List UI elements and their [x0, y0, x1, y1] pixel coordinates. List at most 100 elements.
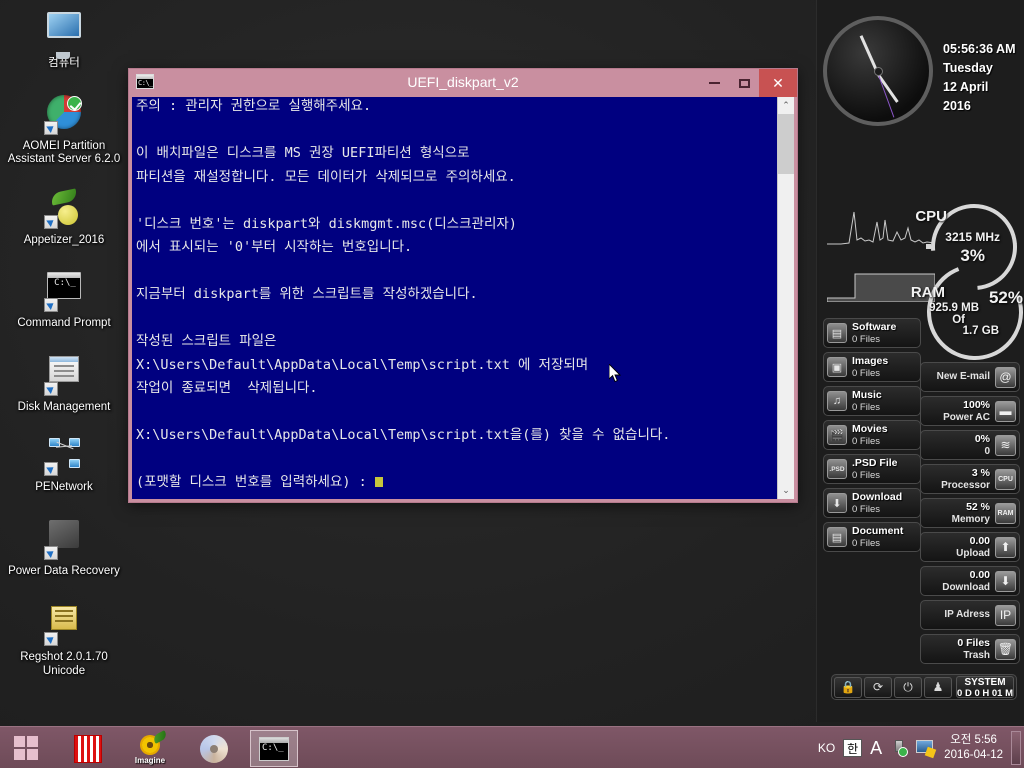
system-stat-row[interactable]: IP Adress IP	[920, 600, 1020, 630]
tray-clock[interactable]: 오전 5:56 2016-04-12	[944, 733, 1003, 763]
file-category-meta: Download 0 Files	[852, 491, 902, 516]
minimize-button[interactable]	[699, 69, 729, 97]
aomei-partition-icon	[44, 94, 84, 135]
system-stat-row[interactable]: 0% 0 ≋	[920, 430, 1020, 460]
movies-icon: 🎬	[827, 425, 847, 445]
file-category-row[interactable]: .PSD .PSD File 0 Files	[823, 454, 921, 484]
taskbar-console[interactable]: C:\_	[250, 730, 298, 767]
desktop-icon-computer[interactable]: 컴퓨터	[0, 4, 128, 75]
desktop-icon-appetizer[interactable]: Appetizer_2016	[0, 183, 128, 252]
desktop-icon-disk-management[interactable]: Disk Management	[0, 347, 128, 419]
show-desktop-button[interactable]	[1011, 731, 1021, 765]
system-stat-label: Memory	[951, 513, 990, 525]
clock-text: 05:56:36 AM Tuesday 12 April 2016	[943, 40, 1019, 116]
file-category-name: Music	[852, 388, 882, 401]
system-stat-meta: 0.00 Upload	[956, 535, 990, 560]
system-stat-row[interactable]: 100% Power AC ▬	[920, 396, 1020, 426]
desktop-icon-label: Regshot 2.0.1.70 Unicode	[20, 651, 108, 677]
mouse-cursor	[609, 364, 621, 383]
console-body[interactable]: 주의 : 관리자 권한으로 실행해주세요. 이 배치파일은 디스크를 MS 권장 …	[132, 97, 794, 499]
file-category-row[interactable]: 🎬 Movies 0 Files	[823, 420, 921, 450]
file-category-row[interactable]: ▣ Images 0 Files	[823, 352, 921, 382]
system-stat-label: Trash	[963, 649, 990, 661]
file-category-row[interactable]: ▤ Document 0 Files	[823, 522, 921, 552]
console-line: 파티션을 재설정합니다. 모든 데이터가 삭제되므로 주의하세요.	[136, 168, 516, 185]
taskbar-item-label: Imagine	[134, 755, 166, 765]
disk-management-icon	[44, 355, 84, 396]
desktop-icon-power-data-recovery[interactable]: Power Data Recovery	[0, 511, 128, 583]
system-stat-row[interactable]: 0.00 Download ⬇	[920, 566, 1020, 596]
console-window[interactable]: C:\_ UEFI_diskpart_v2 ✕ 주의 : 관리자 권한으로 실행…	[128, 68, 798, 503]
system-stat-row[interactable]: New E-mail @	[920, 362, 1020, 392]
console-line: 이 배치파일은 디스크를 MS 권장 UEFI파티션 형식으로	[136, 145, 470, 161]
system-label: SYSTEM	[964, 677, 1006, 688]
tray-ime-korean[interactable]: 한	[843, 739, 863, 757]
file-category-meta: Document 0 Files	[852, 525, 903, 550]
maximize-button[interactable]	[729, 69, 759, 97]
file-category-count: 0 Files	[852, 367, 880, 379]
file-category-name: Images	[852, 354, 889, 367]
system-stat-label: 0	[984, 445, 990, 457]
user-button[interactable]: ♟	[924, 676, 952, 698]
usb-safely-remove-icon[interactable]	[890, 739, 909, 757]
scrollbar-thumb[interactable]	[778, 114, 794, 174]
scroll-down-button[interactable]: ⌄	[778, 482, 794, 499]
file-category-row[interactable]: ⬇ Download 0 Files	[823, 488, 921, 518]
system-tray[interactable]: KO 한 A 오전 5:56 2016-04-12	[814, 727, 1024, 768]
desktop-icon-regshot[interactable]: Regshot 2.0.1.70 Unicode	[0, 594, 128, 682]
system-stat-row[interactable]: 0.00 Upload ⬆	[920, 532, 1020, 562]
system-stat-row[interactable]: 3 % Processor CPU	[920, 464, 1020, 494]
lock-button[interactable]: 🔒	[834, 676, 862, 698]
regshot-icon	[44, 606, 84, 646]
taskbar[interactable]: Imagine C:\_ KO 한 A 오전 5:56 2016-04-12	[0, 726, 1024, 768]
download-arrow-icon: ⬇	[995, 570, 1016, 592]
ring-tick	[926, 244, 931, 249]
ram-label: RAM	[910, 284, 945, 301]
qr-icon	[74, 734, 102, 763]
console-output: 주의 : 관리자 권한으로 실행해주세요. 이 배치파일은 디스크를 MS 권장 …	[136, 97, 774, 495]
disc-icon	[200, 734, 228, 763]
console-line: '디스크 번호'는 diskpart와 diskmgmt.msc(디스크관리자)	[136, 215, 517, 232]
restart-button[interactable]: ⟳	[864, 676, 892, 698]
desktop-icon-aomei-partition[interactable]: AOMEI Partition Assistant Server 6.2.0	[0, 87, 128, 171]
console-scrollbar[interactable]: ⌃ ⌄	[777, 97, 794, 499]
taskbar-disc[interactable]	[190, 730, 238, 767]
window-titlebar[interactable]: C:\_ UEFI_diskpart_v2 ✕	[129, 69, 797, 97]
close-button[interactable]: ✕	[759, 69, 797, 97]
file-category-meta: Music 0 Files	[852, 389, 882, 414]
desktop-icon-penetwork[interactable]: PENetwork	[0, 430, 128, 499]
file-category-row[interactable]: ▤ Software 0 Files	[823, 318, 921, 348]
file-category-meta: .PSD File 0 Files	[852, 457, 898, 482]
file-category-row[interactable]: ♫ Music 0 Files	[823, 386, 921, 416]
system-stat-row[interactable]: 0 Files Trash 🗑	[920, 634, 1020, 664]
performance-gadget: CPU 3215 MHz 3% RAM 52% 925.9 MB Of 1.7 …	[817, 186, 1024, 376]
cpu-label: CPU	[915, 208, 947, 225]
tray-ime-alpha[interactable]: A	[870, 738, 882, 759]
system-stat-meta: New E-mail	[937, 371, 990, 383]
analog-clock-icon	[823, 16, 933, 126]
system-stat-label: New E-mail	[936, 371, 990, 382]
start-button[interactable]	[0, 727, 52, 768]
display-settings-icon[interactable]	[916, 740, 937, 759]
desktop[interactable]: 컴퓨터 AOMEI Partition Assistant Server 6.2…	[0, 0, 1024, 768]
shutdown-button[interactable]: ⏻	[894, 676, 922, 698]
system-stat-meta: 100% Power AC	[943, 399, 990, 424]
system-stat-label: Processor	[941, 479, 990, 491]
tray-time: 오전 5:56	[950, 734, 997, 746]
desktop-icon-command-prompt[interactable]: C:\_ Command Prompt	[0, 263, 128, 335]
scroll-up-button[interactable]: ⌃	[778, 97, 794, 114]
tray-language[interactable]: KO	[818, 741, 835, 755]
trash-icon: 🗑	[995, 638, 1016, 660]
file-category-count: 0 Files	[852, 537, 880, 549]
clock-weekday: Tuesday	[943, 61, 993, 75]
system-stat-row[interactable]: 52 % Memory RAM	[920, 498, 1020, 528]
images-icon: ▣	[827, 357, 847, 377]
ram-total: 1.7 GB	[962, 325, 999, 337]
taskbar-imagine-red[interactable]	[64, 730, 112, 767]
taskbar-imagine[interactable]: Imagine	[126, 729, 174, 767]
system-stat-value: 0.00	[969, 534, 990, 547]
upload-icon: ⬆	[995, 536, 1016, 558]
